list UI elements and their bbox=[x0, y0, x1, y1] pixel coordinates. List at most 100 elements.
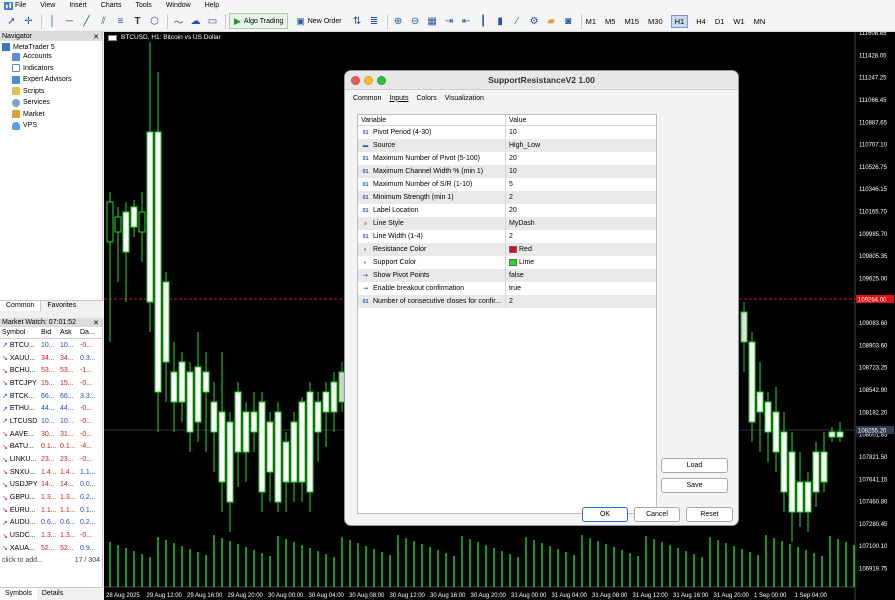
signals-icon[interactable]: ≣ bbox=[367, 14, 382, 29]
param-value-cell[interactable]: Red bbox=[506, 243, 532, 256]
market-depth-icon[interactable]: ⇅ bbox=[350, 14, 365, 29]
input-param-row[interactable]: ◐ Support Color Lime bbox=[358, 256, 656, 269]
input-param-row[interactable]: ⇢ Show Pivot Points false bbox=[358, 269, 656, 282]
tab-colors[interactable]: Colors bbox=[416, 95, 436, 102]
tab-inputs[interactable]: Inputs bbox=[389, 95, 408, 102]
nav-item-market[interactable]: Market bbox=[0, 109, 102, 121]
nav-item-indicators[interactable]: Indicators bbox=[0, 63, 102, 75]
param-value[interactable]: 2 bbox=[509, 194, 513, 201]
market-watch-row[interactable]: ↘ XAUA... 52... 52... 0.9... bbox=[0, 542, 102, 555]
close-icon[interactable]: ✕ bbox=[93, 319, 99, 327]
input-param-row[interactable]: 01 Maximum Channel Width % (min 1) 10 bbox=[358, 165, 656, 178]
chart-shift-icon[interactable]: ⇤ bbox=[459, 14, 474, 29]
input-param-row[interactable]: ◐ Resistance Color Red bbox=[358, 243, 656, 256]
market-watch-row[interactable]: ↘ LINKU... 23... 23... -0... bbox=[0, 453, 102, 466]
param-value-cell[interactable]: 20 bbox=[506, 152, 517, 165]
shapes-icon[interactable]: ⬡ bbox=[147, 14, 162, 29]
timeframe-w1[interactable]: W1 bbox=[732, 15, 745, 28]
load-button[interactable]: Load bbox=[661, 458, 728, 473]
market-watch-row[interactable]: ↘ AAVE... 30... 31... -0... bbox=[0, 428, 102, 441]
param-value-cell[interactable]: 10 bbox=[506, 126, 517, 139]
maximize-window-button[interactable] bbox=[377, 76, 386, 85]
bar-chart-icon[interactable]: ┃ bbox=[476, 14, 491, 29]
market-watch-row[interactable]: ↗ BTCK... 66... 66... 3.3... bbox=[0, 390, 102, 403]
minimize-window-button[interactable] bbox=[364, 76, 373, 85]
profiles-icon[interactable]: ▭ bbox=[205, 14, 220, 29]
market-watch-row[interactable]: ↘ BCHU... 53... 53... -1... bbox=[0, 364, 102, 377]
timeframe-m15[interactable]: M15 bbox=[623, 15, 640, 28]
param-value-cell[interactable]: 10 bbox=[506, 165, 517, 178]
param-value-cell[interactable]: High_Low bbox=[506, 139, 540, 152]
folder-icon[interactable]: ▰ bbox=[544, 14, 559, 29]
market-watch-row[interactable]: ↘ BATU... 0.1... 0.1... -4... bbox=[0, 441, 102, 454]
market-watch-row[interactable]: ↗ AUDU... 0.6... 0.6... 0.2... bbox=[0, 517, 102, 530]
timeframe-m30[interactable]: M30 bbox=[647, 15, 664, 28]
ok-button[interactable]: OK bbox=[582, 507, 628, 522]
screenshot-icon[interactable]: ◙ bbox=[561, 14, 576, 29]
templates-icon[interactable]: ☁ bbox=[188, 14, 203, 29]
nav-item-expert-advisors[interactable]: Expert Advisors bbox=[0, 74, 102, 86]
market-watch-row[interactable]: ↘ USDJPY 14... 14... 0.0... bbox=[0, 479, 102, 492]
input-param-row[interactable]: 01 Minimum Strength (min 1) 2 bbox=[358, 191, 656, 204]
market-watch-row[interactable]: ↗ ETHU... 44... 44... -0... bbox=[0, 402, 102, 415]
param-value[interactable]: 2 bbox=[509, 298, 513, 305]
param-value[interactable]: Lime bbox=[519, 259, 534, 266]
column-bid[interactable]: Bid bbox=[41, 329, 60, 336]
add-symbol-input[interactable]: click to add... bbox=[2, 557, 43, 564]
timeframe-mn[interactable]: MN bbox=[753, 15, 767, 28]
timeframe-h4[interactable]: H4 bbox=[695, 15, 707, 28]
param-value-cell[interactable]: false bbox=[506, 269, 524, 282]
input-param-row[interactable]: ⇢ Enable breakout confirmation true bbox=[358, 282, 656, 295]
chart-settings-icon[interactable]: ⚙ bbox=[527, 14, 542, 29]
market-watch-row[interactable]: ↘ BTCJPY 15... 15... -0... bbox=[0, 377, 102, 390]
param-value-cell[interactable]: true bbox=[506, 282, 521, 295]
indicators-icon[interactable]: 〜 bbox=[171, 14, 186, 29]
param-value-cell[interactable]: Lime bbox=[506, 256, 534, 269]
market-watch-row[interactable]: ↘ USDC... 1.3... 1.3... -0... bbox=[0, 529, 102, 542]
param-value[interactable]: false bbox=[509, 272, 524, 279]
market-watch-row[interactable]: ↘ EURU... 1.1... 1.1... 0.1... bbox=[0, 504, 102, 517]
tab-common[interactable]: Common bbox=[353, 95, 381, 102]
candles-icon[interactable]: ▮ bbox=[493, 14, 508, 29]
vertical-line-icon[interactable]: │ bbox=[45, 14, 60, 29]
navigator-root[interactable]: MetaTrader 5 bbox=[0, 41, 102, 51]
tab-common[interactable]: Common bbox=[0, 301, 42, 311]
tile-windows-icon[interactable]: ▦ bbox=[425, 14, 440, 29]
nav-item-accounts[interactable]: Accounts bbox=[0, 51, 102, 63]
tab-symbols[interactable]: Symbols bbox=[0, 588, 37, 600]
param-value[interactable]: 10 bbox=[509, 129, 517, 136]
horizontal-line-icon[interactable]: ─ bbox=[62, 14, 77, 29]
text-tool-icon[interactable]: T bbox=[130, 14, 145, 29]
tab-details[interactable]: Details bbox=[37, 588, 68, 600]
market-watch-row[interactable]: ↘ SNXU... 1.4... 1.4... 1.1... bbox=[0, 466, 102, 479]
reset-button[interactable]: Reset bbox=[686, 507, 733, 522]
market-watch-row[interactable]: ↗ LTCUSD 10... 10... -0... bbox=[0, 415, 102, 428]
zoom-in-icon[interactable]: ⊕ bbox=[391, 14, 406, 29]
fibonacci-icon[interactable]: ≡ bbox=[113, 14, 128, 29]
input-param-row[interactable]: 01 Maximum Number of Pivot (5-100) 20 bbox=[358, 152, 656, 165]
new-order-button[interactable]: ▣ New Order bbox=[292, 13, 345, 29]
color-swatch[interactable] bbox=[509, 246, 517, 253]
param-value[interactable]: true bbox=[509, 285, 521, 292]
menu-help[interactable]: Help bbox=[205, 2, 219, 9]
timeframe-m5[interactable]: M5 bbox=[604, 15, 616, 28]
param-value[interactable]: 5 bbox=[509, 181, 513, 188]
column-symbol[interactable]: Symbol bbox=[0, 329, 41, 336]
menu-window[interactable]: Window bbox=[166, 2, 191, 9]
timeframe-d1[interactable]: D1 bbox=[714, 15, 726, 28]
input-param-row[interactable]: 01 Pivot Period (4-30) 10 bbox=[358, 126, 656, 139]
menu-tools[interactable]: Tools bbox=[135, 2, 151, 9]
input-param-row[interactable]: ▬ Source High_Low bbox=[358, 139, 656, 152]
tab-favorites[interactable]: Favorites bbox=[41, 301, 82, 311]
menu-file[interactable]: File bbox=[15, 2, 26, 9]
crosshair-icon[interactable]: ✛ bbox=[21, 14, 36, 29]
nav-item-scripts[interactable]: Scripts bbox=[0, 86, 102, 98]
line-chart-icon[interactable]: ⁄ bbox=[510, 14, 525, 29]
param-value[interactable]: 10 bbox=[509, 168, 517, 175]
zoom-out-icon[interactable]: ⊖ bbox=[408, 14, 423, 29]
param-value-cell[interactable]: MyDash bbox=[506, 217, 535, 230]
channel-icon[interactable]: ⫽ bbox=[96, 14, 111, 29]
timeframe-h1[interactable]: H1 bbox=[670, 14, 689, 28]
cursor-icon[interactable]: ➚ bbox=[4, 14, 19, 29]
param-value-cell[interactable]: 5 bbox=[506, 178, 513, 191]
